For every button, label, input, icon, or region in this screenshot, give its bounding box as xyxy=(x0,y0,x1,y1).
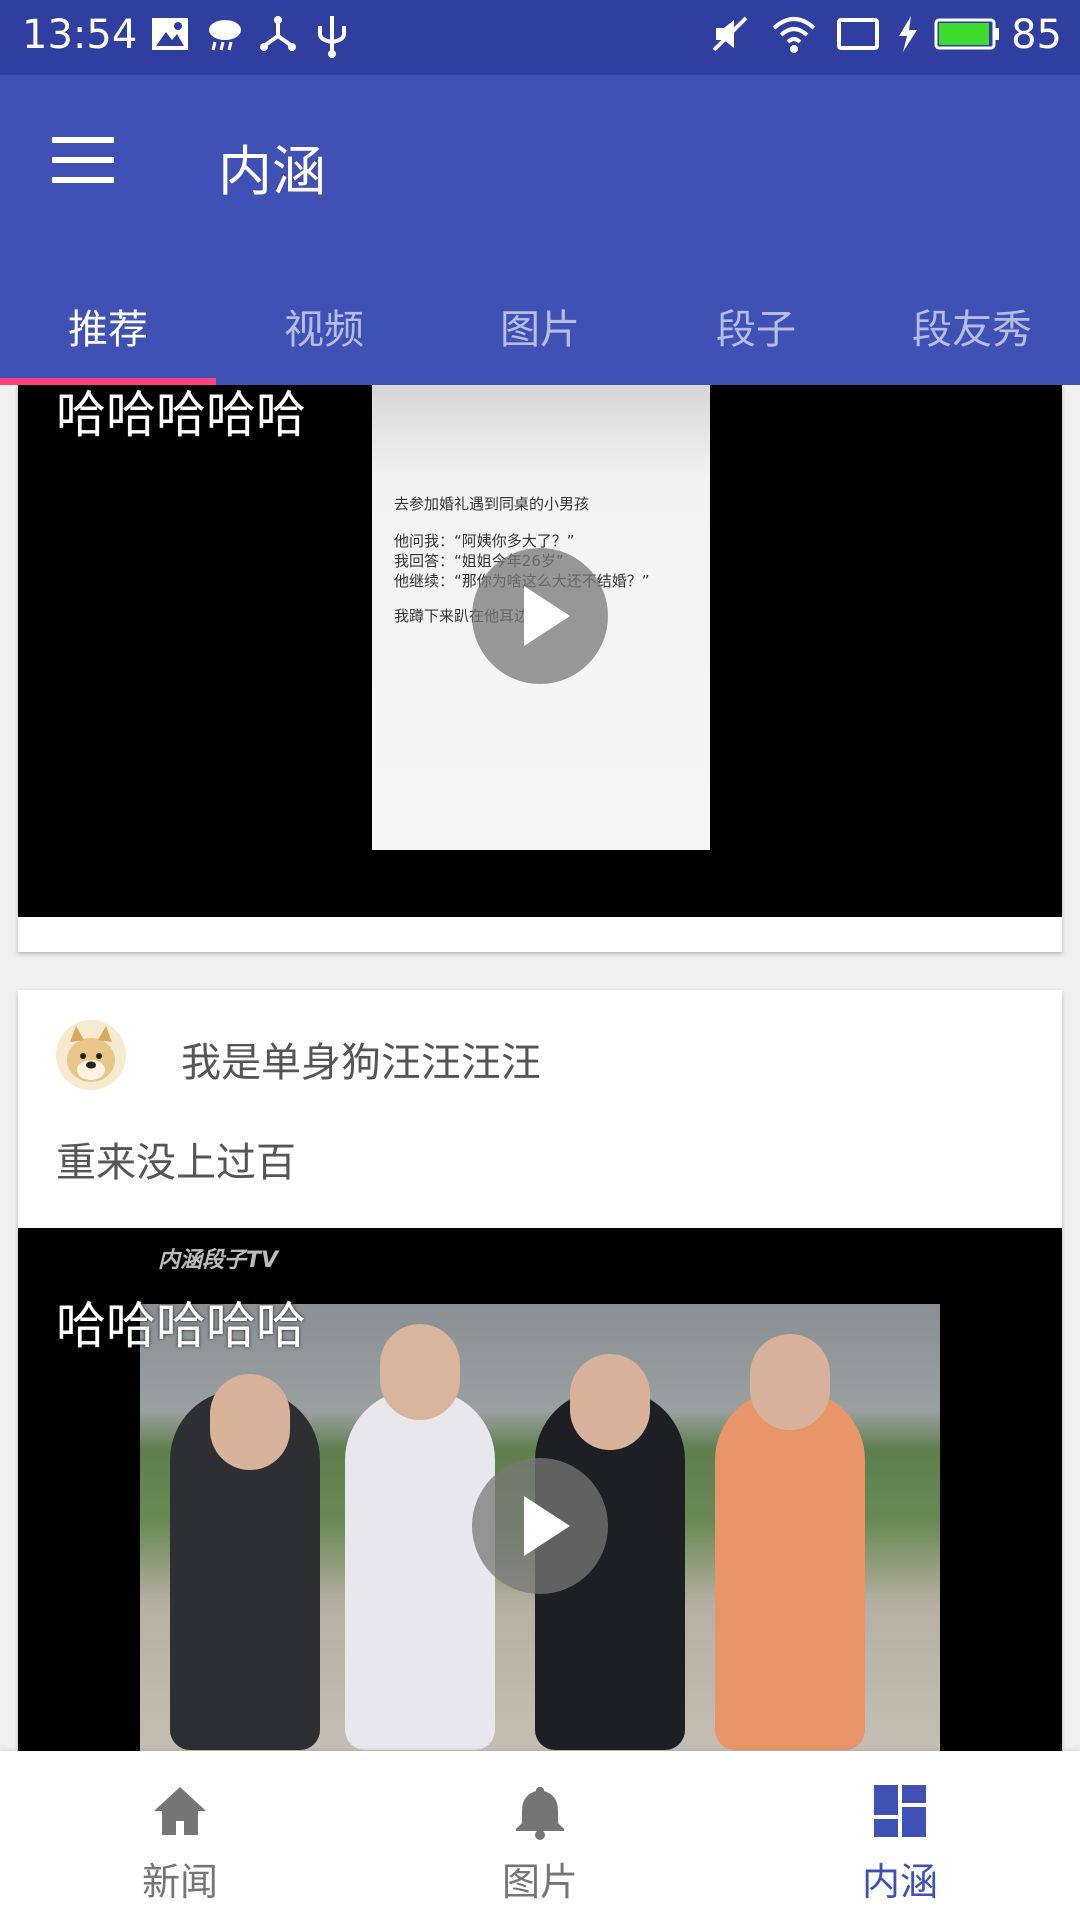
share-node-icon xyxy=(260,16,296,51)
app-bar: 内涵 推荐 视频 图片 段子 段友秀 xyxy=(0,75,1080,385)
video-caption: 哈哈哈哈哈 xyxy=(56,1297,306,1355)
nav-label: 内涵 xyxy=(861,1860,938,1904)
person-figure xyxy=(715,1390,865,1750)
battery-icon xyxy=(934,18,999,50)
person-figure xyxy=(345,1390,495,1750)
video-caption: 哈哈哈哈哈 xyxy=(56,386,306,444)
screen-cast-icon xyxy=(837,18,879,50)
tab-jokes[interactable]: 段子 xyxy=(648,275,864,385)
nav-pictures[interactable]: 图片 xyxy=(440,1751,640,1920)
tab-pictures[interactable]: 图片 xyxy=(432,275,648,385)
bell-icon xyxy=(516,1787,564,1840)
home-icon xyxy=(154,1787,206,1835)
wifi-icon xyxy=(772,17,816,53)
feed-list[interactable]: 去参加婚礼遇到同桌的小男孩 他问我：“阿姨你多大了？” 我回答：“姐姐今年26岁… xyxy=(0,385,1080,1751)
person-head xyxy=(380,1324,460,1420)
thumbnail-text-line: 去参加婚礼遇到同桌的小男孩 xyxy=(394,495,590,513)
status-time: 13:54 xyxy=(22,12,138,58)
nav-label: 新闻 xyxy=(141,1860,218,1904)
video-watermark: 内涵段子TV xyxy=(158,1248,279,1273)
person-head xyxy=(210,1374,290,1470)
nav-label: 图片 xyxy=(501,1860,578,1904)
video-player[interactable]: 去参加婚礼遇到同桌的小男孩 他问我：“阿姨你多大了？” 我回答：“姐姐今年26岁… xyxy=(18,385,1062,917)
post-card: 我是单身狗汪汪汪汪 重来没上过百 内涵段子TV 哈哈哈哈哈 xyxy=(18,990,1062,1751)
doge-avatar-icon xyxy=(56,1020,126,1090)
bottom-navigation: 新闻 图片 内涵 xyxy=(0,1751,1080,1920)
video-player[interactable]: 内涵段子TV 哈哈哈哈哈 xyxy=(18,1228,1062,1751)
category-tabs: 推荐 视频 图片 段子 段友秀 xyxy=(0,275,1080,385)
nav-news[interactable]: 新闻 xyxy=(80,1751,280,1920)
page-title: 内涵 xyxy=(218,140,326,203)
status-bar: 13:54 85 xyxy=(0,0,1080,75)
author-name[interactable]: 我是单身狗汪汪汪汪 xyxy=(181,1030,541,1088)
hamburger-menu-icon[interactable] xyxy=(52,137,114,185)
battery-percent: 85 xyxy=(1011,12,1062,58)
avatar[interactable] xyxy=(56,1020,126,1090)
tab-indicator xyxy=(0,378,216,385)
post-author: 我是单身狗汪汪汪汪 xyxy=(56,1020,1016,1094)
nav-neihan[interactable]: 内涵 xyxy=(800,1751,1000,1920)
play-icon[interactable] xyxy=(472,548,608,684)
play-icon[interactable] xyxy=(472,1458,608,1594)
post-card: 去参加婚礼遇到同桌的小男孩 他问我：“阿姨你多大了？” 我回答：“姐姐今年26岁… xyxy=(18,385,1062,952)
charging-bolt-icon xyxy=(899,16,917,52)
person-head xyxy=(750,1334,830,1430)
image-icon xyxy=(152,18,188,50)
tab-recommend[interactable]: 推荐 xyxy=(0,275,216,385)
cloud-rain-icon xyxy=(209,20,241,51)
post-text: 重来没上过百 xyxy=(56,1140,296,1186)
dashboard-icon xyxy=(874,1785,926,1837)
tab-video[interactable]: 视频 xyxy=(216,275,432,385)
tab-fan-show[interactable]: 段友秀 xyxy=(864,275,1080,385)
mute-icon xyxy=(712,16,748,52)
person-head xyxy=(570,1354,650,1450)
usb-icon xyxy=(318,16,346,58)
